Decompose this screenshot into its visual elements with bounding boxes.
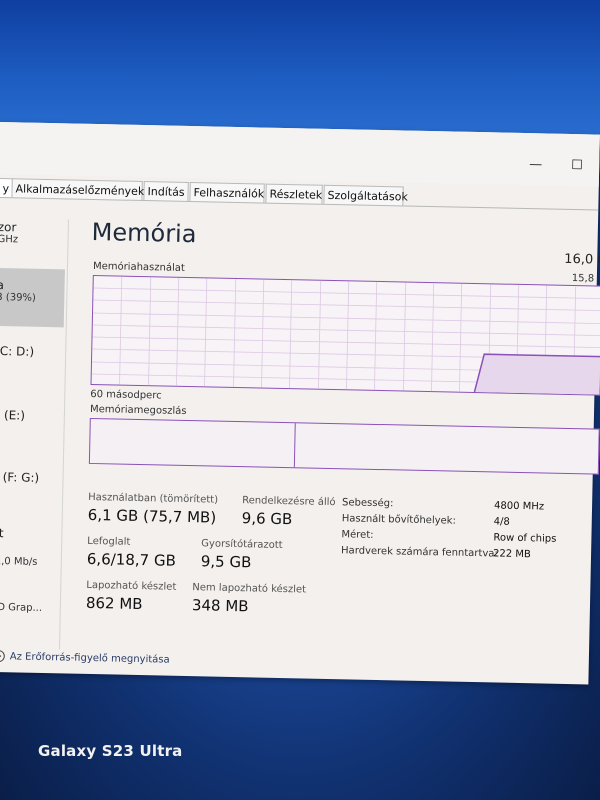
grid-line-vertical [346,281,350,392]
resource-monitor-link-text: Az Erőforrás-figyelő megnyitása [9,651,170,666]
in-use-value: 6,1 GB (75,7 MB) [87,505,217,527]
committed-label: Lefoglalt [87,535,131,548]
in-use-label: Használatban (tömörített) [88,491,219,506]
sidebar-item-disk-0[interactable]: (C: D:) [0,344,34,359]
grid-line-vertical [318,280,322,391]
desktop-background [0,0,600,140]
time-span-label: 60 másodperc [90,388,162,402]
sidebar-item-network[interactable]: et 2 [0,526,4,551]
sidebar-item-disk-2[interactable]: z (F: G:) [0,470,39,485]
composition-divider [293,423,296,468]
memory-panel: Memória 16,0 G Memóriahasználat 15,8 60 … [86,218,600,615]
tab-details[interactable]: Részletek [265,183,323,204]
grid-line-vertical [148,277,152,388]
grid-line-vertical [176,277,180,388]
sidebar-item-sub: 2 [0,540,3,551]
grid-line-horizontal [92,324,600,337]
memory-usage-graph [90,274,600,396]
grid-line-horizontal [93,312,600,325]
maximize-button[interactable]: ☐ [571,158,583,173]
grid-line-vertical [119,276,123,387]
resource-monitor-link[interactable]: Az Erőforrás-figyelő megnyitása [0,649,170,666]
sidebar-item-memory[interactable]: a 3 (39%) [0,278,36,304]
speed-label: Sebesség: [341,497,394,510]
cached-value: 9,5 GB [200,552,252,572]
grid-line-vertical [204,278,208,389]
composition-label: Memóriamegoszlás [89,403,187,417]
available-value: 9,6 GB [241,509,293,529]
grid-line-vertical [261,279,265,390]
grid-line-vertical [403,282,407,393]
resource-monitor-icon [0,649,5,663]
sidebar-item-label: z (E:) [0,408,26,423]
grid-line-horizontal [93,299,600,312]
slots-label: Használt bővítőhelyek: [341,513,457,527]
tab-users[interactable]: Felhasználók [189,181,265,203]
cached-label: Gyorsítótárazott [201,538,283,552]
slots-value: 4/8 [493,516,510,528]
sidebar-item-label: (C: D:) [0,343,35,359]
grid-line-vertical [459,283,463,394]
paged-pool-label: Lapozható készlet [86,579,177,593]
sidebar-item-sub: GHz [0,233,19,246]
tab-services[interactable]: Szolgáltatások [323,184,408,206]
grid-line-horizontal [93,287,600,300]
sidebar-item-label: et [0,525,4,541]
speed-value: 4800 MHz [493,500,545,513]
task-manager-window: — ☐ y Alkalmazáselőzmények Indítás Felha… [0,122,600,685]
sidebar-item-gpu[interactable]: HD Grap... [0,602,42,614]
sidebar-item-disk-1[interactable]: z (E:) [0,408,25,423]
usage-max-label: 15,8 [571,273,595,285]
grid-line-vertical [233,278,237,389]
sidebar-item-sub: 3 (39%) [0,291,37,304]
memory-composition-bar [88,417,600,475]
hardware-reserved-label: Hardverek számára fenntartva: [340,545,498,560]
form-factor-label: Méret: [341,529,374,541]
total-memory: 16,0 G [564,251,600,268]
grid-line-vertical [289,280,293,391]
paged-pool-value: 862 MB [85,593,143,614]
nonpaged-pool-value: 348 MB [191,596,249,616]
usage-graph-label: Memóriahasználat [92,260,185,274]
page-title: Memória [91,217,197,249]
grid-line-vertical [431,283,435,394]
available-label: Rendelkezésre álló [242,495,336,509]
minimize-button[interactable]: — [529,157,542,172]
hardware-reserved-value: 222 MB [492,548,531,561]
sidebar-item-label: z (F: G:) [0,470,40,485]
form-factor-value: Row of chips [493,532,557,545]
sidebar-item-label: a [0,277,5,293]
grid-line-horizontal [92,336,600,349]
memory-usage-chart [91,276,600,396]
nonpaged-pool-label: Nem lapozható készlet [192,582,307,596]
grid-line-vertical [374,281,378,392]
sidebar-item-network-speed: 1,0 Mb/s [0,555,38,568]
sidebar-item-label: zor [0,219,17,235]
sidebar-item-cpu[interactable]: zor GHz [0,220,18,245]
camera-watermark: Galaxy S23 Ultra [38,742,183,760]
tab-startup[interactable]: Indítás [143,181,189,201]
usage-fill [474,354,600,395]
committed-value: 6,6/18,7 GB [86,549,177,570]
sidebar: zor GHz a 3 (39%) (C: D:) z (E:) z (F: G… [0,204,68,645]
